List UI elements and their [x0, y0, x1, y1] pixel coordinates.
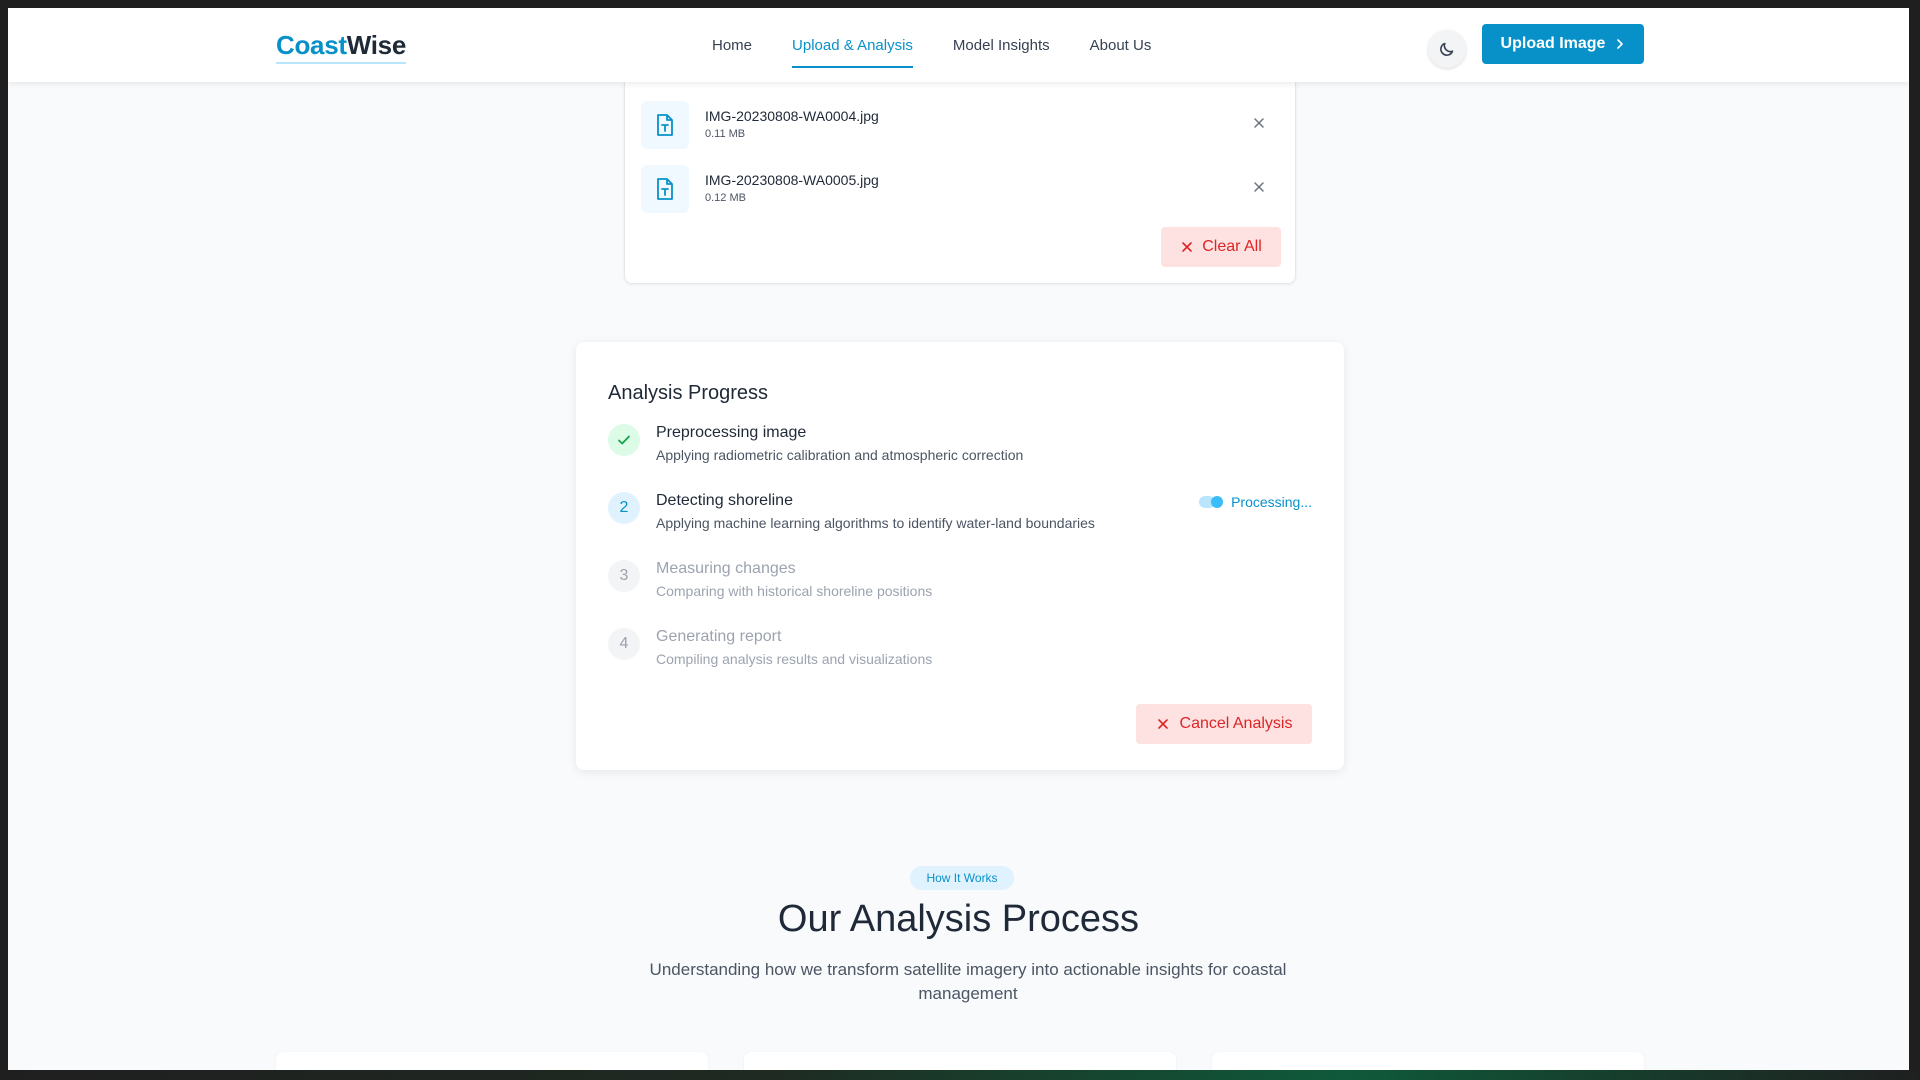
- loading-dots-icon: [1199, 496, 1225, 508]
- step-number: 4: [608, 628, 640, 660]
- section-badge: How It Works: [910, 866, 1014, 890]
- logo-part-1: Coast: [276, 30, 347, 60]
- section-title: Our Analysis Process: [777, 898, 1140, 940]
- file-name: IMG-20230808-WA0004.jpg: [705, 108, 879, 124]
- analysis-progress-card: Analysis Progress Preprocessing image Ap…: [576, 342, 1344, 770]
- close-icon: [1182, 242, 1193, 252]
- step-description: Comparing with historical shoreline posi…: [656, 583, 933, 599]
- step-title: Preprocessing image: [656, 424, 807, 441]
- step-title: Measuring changes: [656, 560, 796, 577]
- image-file-icon: [641, 101, 689, 149]
- cancel-analysis-label: Cancel Analysis: [1179, 715, 1293, 732]
- step-number: 2: [608, 492, 640, 524]
- analysis-step: 4 Generating report Compiling analysis r…: [608, 628, 1312, 678]
- close-icon: [1157, 719, 1168, 729]
- analysis-step: 3 Measuring changes Comparing with histo…: [608, 560, 1312, 610]
- nav-home[interactable]: Home: [692, 8, 772, 82]
- analysis-progress-title: Analysis Progress: [608, 382, 769, 404]
- file-size: 0.12 MB: [705, 192, 746, 204]
- chevron-right-icon: [1617, 39, 1624, 49]
- moon-icon: [1440, 42, 1454, 56]
- process-card: [744, 1052, 1176, 1070]
- process-card: [276, 1052, 708, 1070]
- step-title: Detecting shoreline: [656, 492, 793, 509]
- step-number: 3: [608, 560, 640, 592]
- file-name: IMG-20230808-WA0005.jpg: [705, 172, 879, 188]
- analysis-step: Preprocessing image Applying radiometric…: [608, 424, 1312, 474]
- step-title: Generating report: [656, 628, 782, 645]
- remove-file-icon[interactable]: [1251, 115, 1267, 131]
- process-card: [1212, 1052, 1644, 1070]
- browser-viewport: IMG-20230808-WA0004.jpg 0.11 MB IMG-2023…: [8, 8, 1909, 1070]
- top-navbar: CoastWise Home Upload & Analysis Model I…: [8, 8, 1909, 82]
- window-bottom-edge: [0, 1070, 1920, 1080]
- file-item: IMG-20230808-WA0004.jpg 0.11 MB: [641, 101, 1281, 149]
- theme-toggle-button[interactable]: [1428, 30, 1466, 68]
- check-icon: [608, 424, 640, 456]
- main-nav: Home Upload & Analysis Model Insights Ab…: [692, 8, 1171, 82]
- image-file-icon: [641, 165, 689, 213]
- logo[interactable]: CoastWise: [276, 30, 406, 64]
- logo-part-2: Wise: [346, 30, 407, 60]
- upload-image-label: Upload Image: [1500, 35, 1606, 52]
- file-item: IMG-20230808-WA0005.jpg 0.12 MB: [641, 165, 1281, 213]
- nav-about-us[interactable]: About Us: [1070, 8, 1172, 82]
- processing-status: Processing...: [1199, 494, 1312, 510]
- nav-upload-analysis[interactable]: Upload & Analysis: [772, 8, 933, 82]
- status-label: Processing...: [1231, 494, 1312, 510]
- upload-image-button[interactable]: Upload Image: [1482, 24, 1644, 64]
- uploaded-files-card: IMG-20230808-WA0004.jpg 0.11 MB IMG-2023…: [624, 48, 1296, 284]
- step-description: Compiling analysis results and visualiza…: [656, 651, 933, 667]
- clear-all-button[interactable]: Clear All: [1161, 227, 1281, 267]
- step-description: Applying radiometric calibration and atm…: [656, 447, 1024, 463]
- analysis-step: 2 Detecting shoreline Applying machine l…: [608, 492, 1312, 542]
- step-description: Applying machine learning algorithms to …: [656, 515, 1095, 531]
- file-size: 0.11 MB: [705, 128, 746, 140]
- nav-model-insights[interactable]: Model Insights: [933, 8, 1070, 82]
- remove-file-icon[interactable]: [1251, 179, 1267, 195]
- section-subtitle: Understanding how we transform satellite…: [649, 960, 1287, 1003]
- clear-all-label: Clear All: [1202, 238, 1262, 255]
- cancel-analysis-button[interactable]: Cancel Analysis: [1136, 704, 1312, 744]
